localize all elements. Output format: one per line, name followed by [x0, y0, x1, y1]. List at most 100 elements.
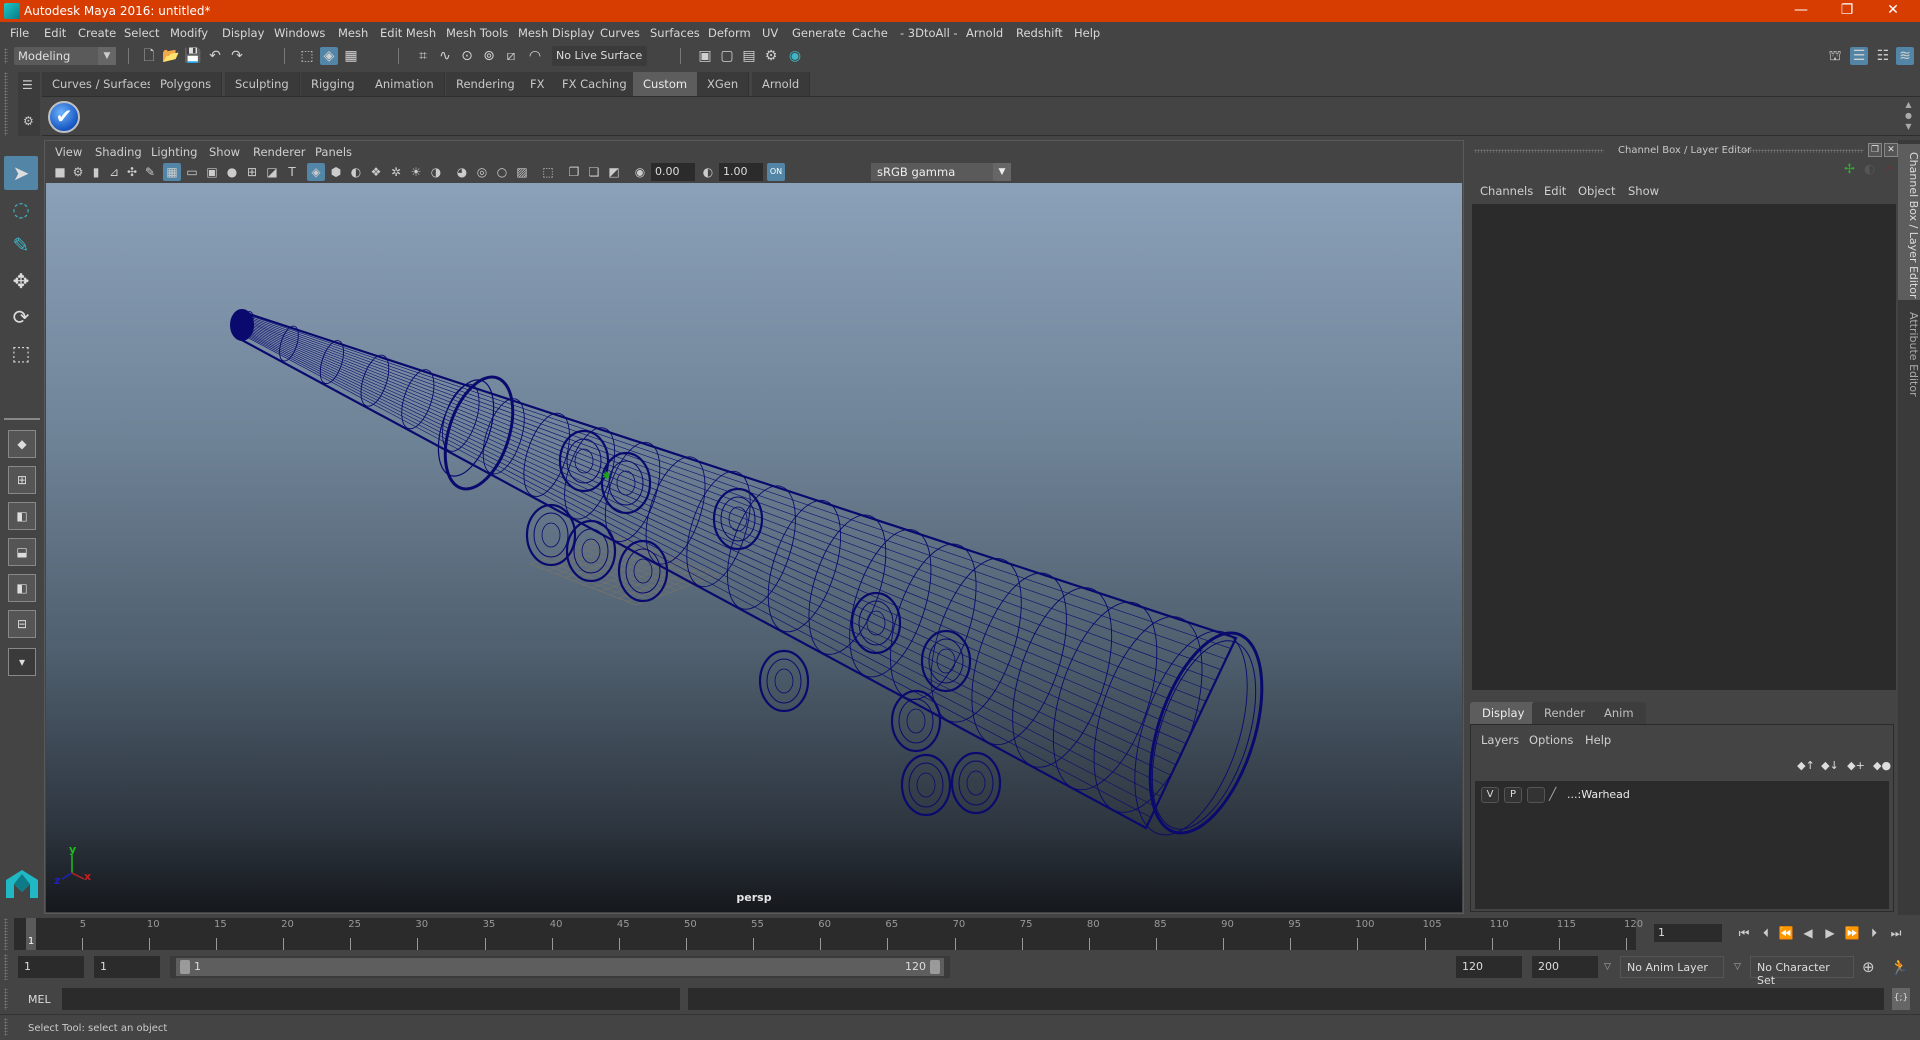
- motion-blur-icon[interactable]: ◕: [453, 163, 471, 181]
- xray-joints-icon[interactable]: ❐: [565, 163, 583, 181]
- animation-preferences-icon[interactable]: 🏃: [1890, 958, 1909, 976]
- menu-edit-mesh[interactable]: Edit Mesh: [380, 26, 436, 40]
- undo-icon[interactable]: ↶: [206, 47, 224, 65]
- auto-key-icon[interactable]: ⊕: [1862, 958, 1875, 976]
- menu-deform[interactable]: Deform: [708, 26, 751, 40]
- panel-menu-lighting[interactable]: Lighting: [151, 145, 197, 159]
- step-forward-frame-icon[interactable]: ⏩: [1844, 924, 1860, 942]
- playback-start-field[interactable]: 1: [94, 956, 160, 978]
- two-d-pan-zoom-icon[interactable]: ✣: [123, 163, 141, 181]
- scene-canvas[interactable]: ✱ y x z: [46, 183, 1462, 912]
- resolution-gate-icon[interactable]: ▣: [203, 163, 221, 181]
- side-tab-channel-box[interactable]: Channel Box / Layer Editor: [1898, 144, 1920, 300]
- create-layer-from-selected-icon[interactable]: ◆●: [1873, 759, 1891, 773]
- layer-tab-render[interactable]: Render: [1532, 702, 1597, 724]
- select-by-component-icon[interactable]: ▦: [342, 47, 360, 65]
- screen-space-ao-icon[interactable]: ◑: [427, 163, 445, 181]
- menu-help[interactable]: Help: [1074, 26, 1100, 40]
- layer-menu-options[interactable]: Options: [1529, 733, 1573, 747]
- more-layouts-button[interactable]: ▾: [8, 648, 36, 676]
- current-frame-marker[interactable]: 1: [26, 918, 36, 950]
- attribute-editor-toggle-icon[interactable]: ☰: [1850, 47, 1868, 65]
- layer-row[interactable]: V P ╱ ...:Warhead: [1475, 785, 1889, 805]
- layer-visibility-toggle[interactable]: V: [1481, 787, 1499, 803]
- timeslider-grip[interactable]: [4, 918, 8, 950]
- minimize-button[interactable]: —: [1778, 0, 1824, 22]
- time-slider[interactable]: 1 5 10 15 20 25 30 35 40 45 50 55 60 65 70 75 80 85 90 95 1…: [14, 918, 1643, 950]
- cb-menu-channels[interactable]: Channels: [1480, 184, 1533, 198]
- multisample-aa-icon[interactable]: ◎: [473, 163, 491, 181]
- ipr-render-icon[interactable]: ▤: [740, 47, 758, 65]
- menu-mesh-tools[interactable]: Mesh Tools: [446, 26, 508, 40]
- shelf-tab-fx-caching[interactable]: FX Caching: [552, 72, 638, 96]
- range-slider[interactable]: 1 120: [176, 958, 944, 976]
- make-live-icon[interactable]: ◠: [526, 47, 544, 65]
- layer-name[interactable]: ...:Warhead: [1567, 788, 1630, 801]
- depth-of-field-icon[interactable]: ○: [493, 163, 511, 181]
- current-frame-field[interactable]: 1: [1654, 924, 1722, 942]
- layer-tab-display[interactable]: Display: [1470, 702, 1537, 724]
- lasso-tool-icon[interactable]: ◌: [4, 192, 38, 226]
- panel-grip[interactable]: [1474, 149, 1604, 153]
- cb-menu-object[interactable]: Object: [1578, 184, 1615, 198]
- exposure-field[interactable]: 0.00: [651, 163, 695, 181]
- image-plane-icon[interactable]: ⊿: [105, 163, 123, 181]
- script-editor-icon[interactable]: {;}: [1892, 988, 1910, 1010]
- menu-arnold[interactable]: Arnold: [966, 26, 1003, 40]
- anim-layer-dropdown[interactable]: No Anim Layer: [1620, 956, 1724, 978]
- persp-outliner-layout-icon[interactable]: ◧: [8, 502, 36, 530]
- hypershade-persp-layout-icon[interactable]: ◧: [8, 574, 36, 602]
- maximize-button[interactable]: ❐: [1824, 0, 1870, 22]
- range-end-handle[interactable]: [930, 960, 940, 974]
- redo-icon[interactable]: ↷: [228, 47, 246, 65]
- move-tool-icon[interactable]: ✥: [4, 264, 38, 298]
- gamma-field[interactable]: 1.00: [719, 163, 763, 181]
- hypershade-icon[interactable]: ◉: [786, 47, 804, 65]
- scale-tool-icon[interactable]: ⬚: [4, 336, 38, 370]
- panel-grip[interactable]: [1740, 149, 1864, 153]
- color-management-toggle-icon[interactable]: ON: [767, 163, 785, 181]
- layer-display-type-toggle[interactable]: [1527, 787, 1545, 803]
- playback-end-field[interactable]: 120: [1456, 956, 1522, 978]
- menu-surfaces[interactable]: Surfaces: [650, 26, 700, 40]
- layer-menu-help[interactable]: Help: [1585, 733, 1611, 747]
- panel-menu-panels[interactable]: Panels: [315, 145, 352, 159]
- go-to-end-icon[interactable]: ⏭: [1888, 924, 1904, 942]
- render-frame-icon[interactable]: ▢: [718, 47, 736, 65]
- channel-box-toggle-icon[interactable]: ≋: [1896, 47, 1914, 65]
- play-forward-icon[interactable]: ▶: [1822, 924, 1838, 942]
- menu-curves[interactable]: Curves: [600, 26, 640, 40]
- menu-3dtoall[interactable]: - 3DtoAll -: [900, 26, 958, 40]
- checkmark-shelf-button[interactable]: ✔: [48, 101, 80, 133]
- hyper-toggle-icon[interactable]: ↗: [1882, 162, 1893, 177]
- persp-graph-layout-icon[interactable]: ⬓: [8, 538, 36, 566]
- menu-mesh[interactable]: Mesh: [338, 26, 368, 40]
- menu-uv[interactable]: UV: [762, 26, 778, 40]
- persp-graph-hypergraph-layout-icon[interactable]: ⊟: [8, 610, 36, 638]
- menu-set-dropdown[interactable]: Modeling ▼: [14, 47, 116, 65]
- tool-settings-toggle-icon[interactable]: ☷: [1874, 47, 1892, 65]
- layer-tab-anim[interactable]: Anim: [1592, 702, 1646, 724]
- menu-generate[interactable]: Generate: [792, 26, 846, 40]
- select-by-hierarchy-icon[interactable]: ⬚: [298, 47, 316, 65]
- textured-icon[interactable]: ❖: [367, 163, 385, 181]
- single-perspective-layout-icon[interactable]: ◆: [8, 430, 36, 458]
- render-history-icon[interactable]: ▣: [696, 47, 714, 65]
- open-scene-icon[interactable]: 📂: [162, 47, 180, 65]
- wireframe-icon[interactable]: ◈: [307, 163, 325, 181]
- shelf-tab-rigging[interactable]: Rigging: [301, 72, 366, 96]
- exposure-icon[interactable]: ◉: [631, 163, 649, 181]
- chevron-down-icon[interactable]: ▽: [1604, 962, 1611, 972]
- shelf-settings-gear-icon[interactable]: ⚙: [23, 114, 34, 128]
- menu-cache[interactable]: Cache: [852, 26, 888, 40]
- panel-menu-shading[interactable]: Shading: [95, 145, 142, 159]
- shelf-tab-polygons[interactable]: Polygons: [150, 72, 223, 96]
- safe-action-icon[interactable]: ◪: [263, 163, 281, 181]
- paint-select-tool-icon[interactable]: ✎: [4, 228, 38, 262]
- shelf-tab-arnold[interactable]: Arnold: [752, 72, 811, 96]
- smooth-shade-icon[interactable]: ⬢: [327, 163, 345, 181]
- range-start-handle[interactable]: [180, 960, 190, 974]
- shelf-scroll[interactable]: ▲ ● ▼: [1905, 99, 1912, 132]
- shelf-tab-fx[interactable]: FX: [520, 72, 556, 96]
- panel-menu-renderer[interactable]: Renderer: [253, 145, 306, 159]
